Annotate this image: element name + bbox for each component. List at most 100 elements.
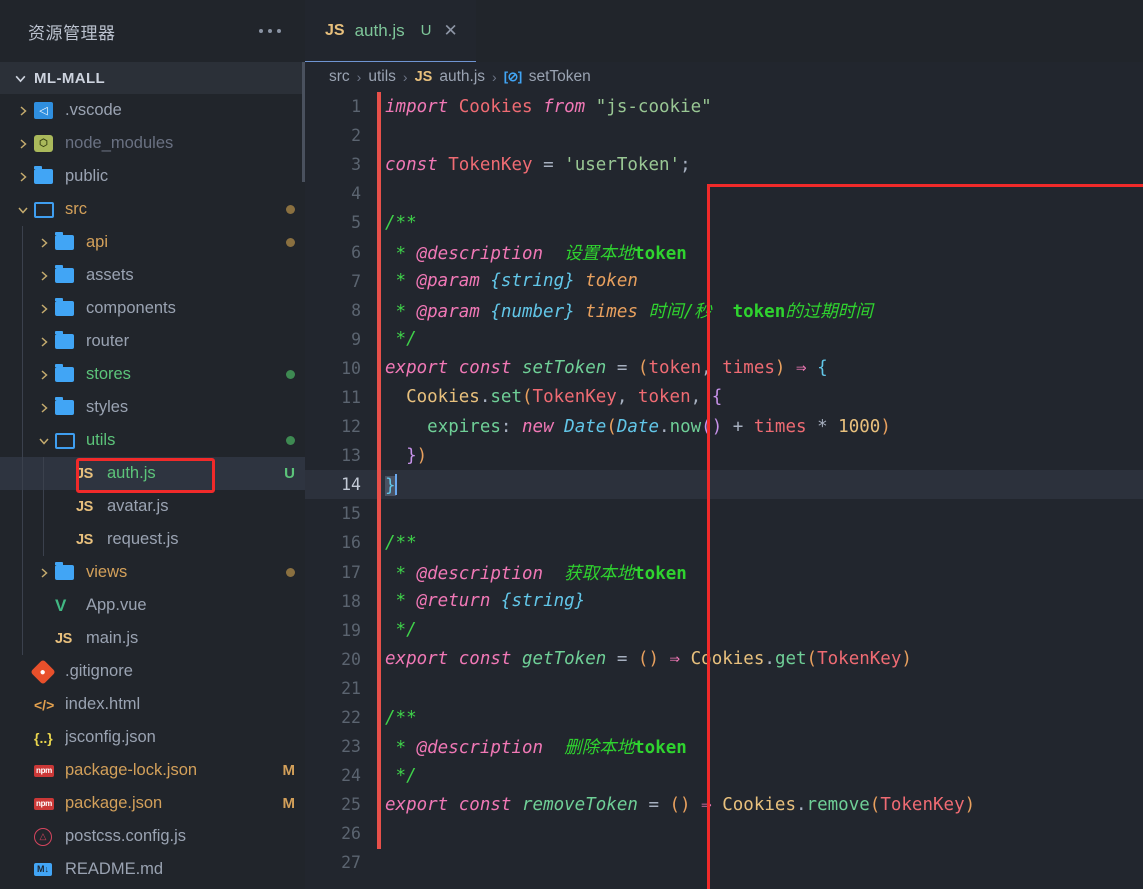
tree-item-node-modules[interactable]: ⬡ node_modules (0, 127, 305, 160)
tree-item-stores[interactable]: stores (0, 358, 305, 391)
tree-item--gitignore[interactable]: ● .gitignore (0, 655, 305, 688)
code-line-11[interactable]: 11 Cookies.set(TokenKey, token, { (305, 383, 1143, 412)
code-text[interactable]: Cookies.set(TokenKey, token, { (377, 387, 1143, 407)
code-line-3[interactable]: 3 const TokenKey = 'userToken'; (305, 150, 1143, 179)
tree-item-index-html[interactable]: </> index.html (0, 688, 305, 721)
breadcrumb-item-file[interactable]: auth.js (439, 68, 485, 86)
code-text[interactable]: export const setToken = (token, times) ⇒… (377, 358, 1143, 378)
tab-auth-js[interactable]: JS auth.js U ✕ (305, 0, 476, 62)
tree-item-components[interactable]: components (0, 292, 305, 325)
breadcrumb-item-utils[interactable]: utils (368, 68, 396, 86)
close-icon[interactable]: ✕ (444, 21, 458, 41)
code-line-9[interactable]: 9 */ (305, 325, 1143, 354)
breadcrumb-item-src[interactable]: src (329, 68, 350, 86)
breadcrumb[interactable]: src › utils › JS auth.js › [⊘] setToken (305, 62, 1143, 92)
code-text[interactable]: } (377, 473, 1143, 496)
code-line-12[interactable]: 12 expires: new Date(Date.now() + times … (305, 412, 1143, 441)
code-text[interactable]: */ (377, 329, 1143, 349)
tree-item-main-js[interactable]: JS main.js (0, 622, 305, 655)
code-text[interactable]: */ (377, 766, 1143, 786)
code-line-27[interactable]: 27 (305, 848, 1143, 877)
tree-item-jsconfig-json[interactable]: {..} jsconfig.json (0, 721, 305, 754)
chevron-right-icon[interactable] (33, 336, 55, 348)
chevron-down-icon[interactable] (12, 204, 34, 216)
code-line-20[interactable]: 20 export const getToken = () ⇒ Cookies.g… (305, 645, 1143, 674)
code-line-26[interactable]: 26 (305, 819, 1143, 848)
code-editor[interactable]: 1 import Cookies from "js-cookie" 2 3 const … (305, 92, 1143, 889)
tree-item-utils[interactable]: utils (0, 424, 305, 457)
tree-item-src[interactable]: src (0, 193, 305, 226)
tree-item-avatar-js[interactable]: JS avatar.js (0, 490, 305, 523)
code-text[interactable]: * @description 删除本地token (377, 734, 1143, 759)
code-text[interactable]: expires: new Date(Date.now() + times * 1… (377, 417, 1143, 437)
tree-item-router[interactable]: router (0, 325, 305, 358)
code-line-22[interactable]: 22 /** (305, 703, 1143, 732)
code-line-7[interactable]: 7 * @param {string} token (305, 267, 1143, 296)
tree-item-auth-js[interactable]: JS auth.js U (0, 457, 305, 490)
code-text[interactable]: /** (377, 213, 1143, 233)
chevron-right-icon[interactable] (33, 237, 55, 249)
code-text[interactable]: * @param {string} token (377, 271, 1143, 291)
tree-item-styles[interactable]: styles (0, 391, 305, 424)
code-text[interactable]: * @description 获取本地token (377, 560, 1143, 585)
chevron-right-icon[interactable] (33, 270, 55, 282)
tree-item-package-json[interactable]: npm package.json M (0, 787, 305, 820)
tree-item-readme-md[interactable]: M↓ README.md (0, 853, 305, 886)
code-text[interactable]: * @return {string} (377, 591, 1143, 611)
chevron-right-icon[interactable] (12, 138, 34, 150)
line-number: 7 (351, 271, 361, 291)
breadcrumb-item-symbol[interactable]: setToken (529, 68, 591, 86)
code-line-16[interactable]: 16 /** (305, 528, 1143, 557)
code-line-15[interactable]: 15 (305, 499, 1143, 528)
code-text[interactable]: * @description 设置本地token (377, 240, 1143, 265)
tree-item-public[interactable]: public (0, 160, 305, 193)
code-line-2[interactable]: 2 (305, 121, 1143, 150)
code-token: ) (416, 445, 428, 466)
code-line-23[interactable]: 23 * @description 删除本地token (305, 732, 1143, 761)
tree-item-views[interactable]: views (0, 556, 305, 589)
code-lines-container[interactable]: 1 import Cookies from "js-cookie" 2 3 const … (305, 92, 1143, 878)
tree-item-app-vue[interactable]: V App.vue (0, 589, 305, 622)
code-text[interactable]: /** (377, 708, 1143, 728)
tree-item--vscode[interactable]: ◁ .vscode (0, 94, 305, 127)
tree-item-assets[interactable]: assets (0, 259, 305, 292)
code-line-13[interactable]: 13 }) (305, 441, 1143, 470)
code-text[interactable]: * @param {number} times 时间/秒 token的过期时间 (377, 298, 1143, 323)
chevron-right-icon[interactable] (33, 402, 55, 414)
chevron-right-icon[interactable] (33, 567, 55, 579)
code-line-4[interactable]: 4 (305, 179, 1143, 208)
tree-item-postcss-config-js[interactable]: △ postcss.config.js (0, 820, 305, 853)
code-line-18[interactable]: 18 * @return {string} (305, 587, 1143, 616)
ellipsis-icon[interactable] (253, 23, 287, 39)
code-text[interactable]: export const removeToken = () ⇒ Cookies.… (377, 795, 1143, 815)
code-line-19[interactable]: 19 */ (305, 616, 1143, 645)
code-line-25[interactable]: 25 export const removeToken = () ⇒ Cookie… (305, 790, 1143, 819)
chevron-right-icon[interactable] (33, 369, 55, 381)
chevron-down-icon[interactable] (33, 435, 55, 447)
code-line-5[interactable]: 5 /** (305, 208, 1143, 237)
code-line-14[interactable]: 14} (305, 470, 1143, 500)
code-line-17[interactable]: 17 * @description 获取本地token (305, 558, 1143, 587)
tree-item-request-js[interactable]: JS request.js (0, 523, 305, 556)
tree-item-package-lock-json[interactable]: npm package-lock.json M (0, 754, 305, 787)
chevron-right-icon[interactable] (12, 171, 34, 183)
code-line-6[interactable]: 6 * @description 设置本地token (305, 237, 1143, 266)
code-line-1[interactable]: 1 import Cookies from "js-cookie" (305, 92, 1143, 121)
code-line-24[interactable]: 24 */ (305, 761, 1143, 790)
code-token: . (659, 416, 670, 437)
code-text[interactable]: */ (377, 620, 1143, 640)
tree-item-label: auth.js (107, 464, 156, 482)
explorer-root-folder[interactable]: ML-MALL (0, 62, 305, 94)
code-text[interactable]: import Cookies from "js-cookie" (377, 97, 1143, 117)
code-line-10[interactable]: 10 export const setToken = (token, times)… (305, 354, 1143, 383)
code-text[interactable]: /** (377, 533, 1143, 553)
code-text[interactable]: export const getToken = () ⇒ Cookies.get… (377, 649, 1143, 669)
code-text[interactable]: const TokenKey = 'userToken'; (377, 155, 1143, 175)
chevron-right-icon[interactable] (33, 303, 55, 315)
file-tree[interactable]: ◁ .vscode ⬡ node_modules public src api assets c… (0, 94, 305, 889)
code-text[interactable]: }) (377, 446, 1143, 466)
code-line-8[interactable]: 8 * @param {number} times 时间/秒 token的过期时… (305, 296, 1143, 325)
tree-item-api[interactable]: api (0, 226, 305, 259)
code-line-21[interactable]: 21 (305, 674, 1143, 703)
chevron-right-icon[interactable] (12, 105, 34, 117)
